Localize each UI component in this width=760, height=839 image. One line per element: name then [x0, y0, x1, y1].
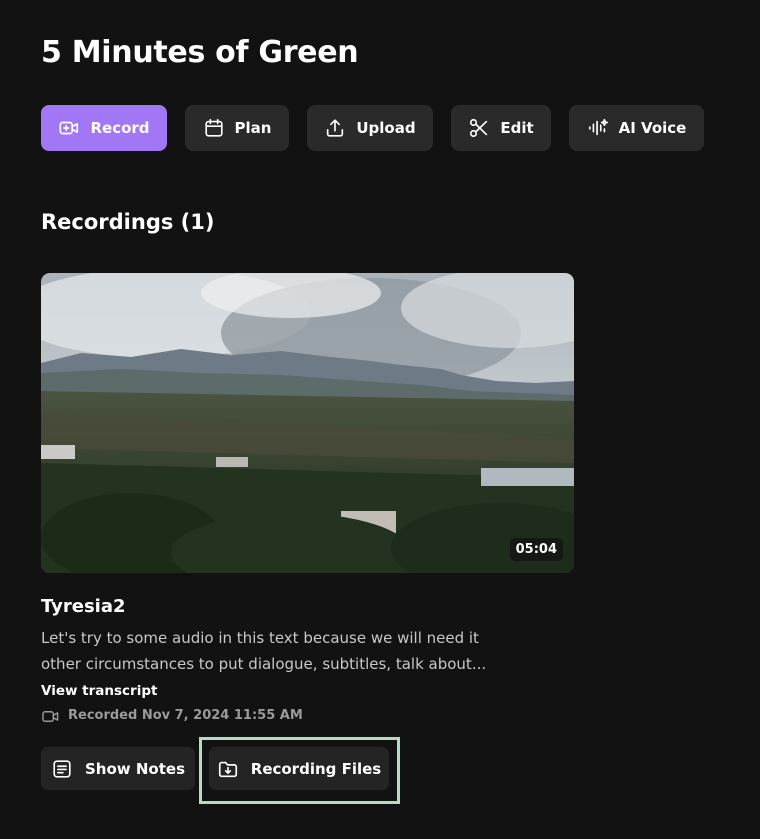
show-notes-label: Show Notes: [85, 759, 185, 778]
view-transcript-link[interactable]: View transcript: [41, 683, 157, 699]
record-button-label: Record: [90, 119, 150, 137]
duration-badge: 05:04: [509, 538, 563, 561]
project-page: 5 Minutes of Green Record Plan Upload Ed…: [0, 0, 760, 839]
recorded-date: Recorded Nov 7, 2024 11:55 AM: [68, 708, 303, 723]
folder-download-icon: [218, 761, 237, 777]
scissors-icon: [470, 118, 488, 138]
video-plus-icon: [59, 121, 79, 135]
plan-button[interactable]: Plan: [185, 105, 289, 151]
recording-description-text: Let's try to some audio in this text bec…: [41, 629, 487, 673]
ai-voice-button-label: AI Voice: [618, 119, 687, 137]
page-title: 5 Minutes of Green: [41, 35, 359, 70]
notes-icon: [53, 759, 71, 778]
record-button[interactable]: Record: [41, 105, 167, 151]
video-camera-icon: [42, 710, 59, 722]
recording-thumbnail[interactable]: 05:04: [41, 273, 574, 573]
plan-button-label: Plan: [234, 119, 272, 137]
recordings-heading: Recordings (1): [41, 210, 215, 234]
upload-button[interactable]: Upload: [307, 105, 433, 151]
recording-title: Tyresia2: [41, 596, 126, 617]
landscape-thumbnail-image: [41, 273, 574, 573]
upload-button-label: Upload: [356, 119, 416, 137]
ai-voice-button[interactable]: AI Voice: [569, 105, 704, 151]
recording-description: Let's try to some audio in this text bec…: [41, 625, 511, 704]
recording-files-button[interactable]: Recording Files: [209, 747, 389, 790]
edit-button[interactable]: Edit: [451, 105, 551, 151]
recording-meta: Recorded Nov 7, 2024 11:55 AM: [41, 706, 303, 726]
audio-sparkle-icon: [588, 118, 608, 136]
edit-button-label: Edit: [500, 119, 534, 137]
calendar-icon: [204, 118, 223, 137]
upload-icon: [327, 119, 344, 137]
recording-files-label: Recording Files: [250, 759, 382, 778]
show-notes-button[interactable]: Show Notes: [41, 747, 195, 790]
